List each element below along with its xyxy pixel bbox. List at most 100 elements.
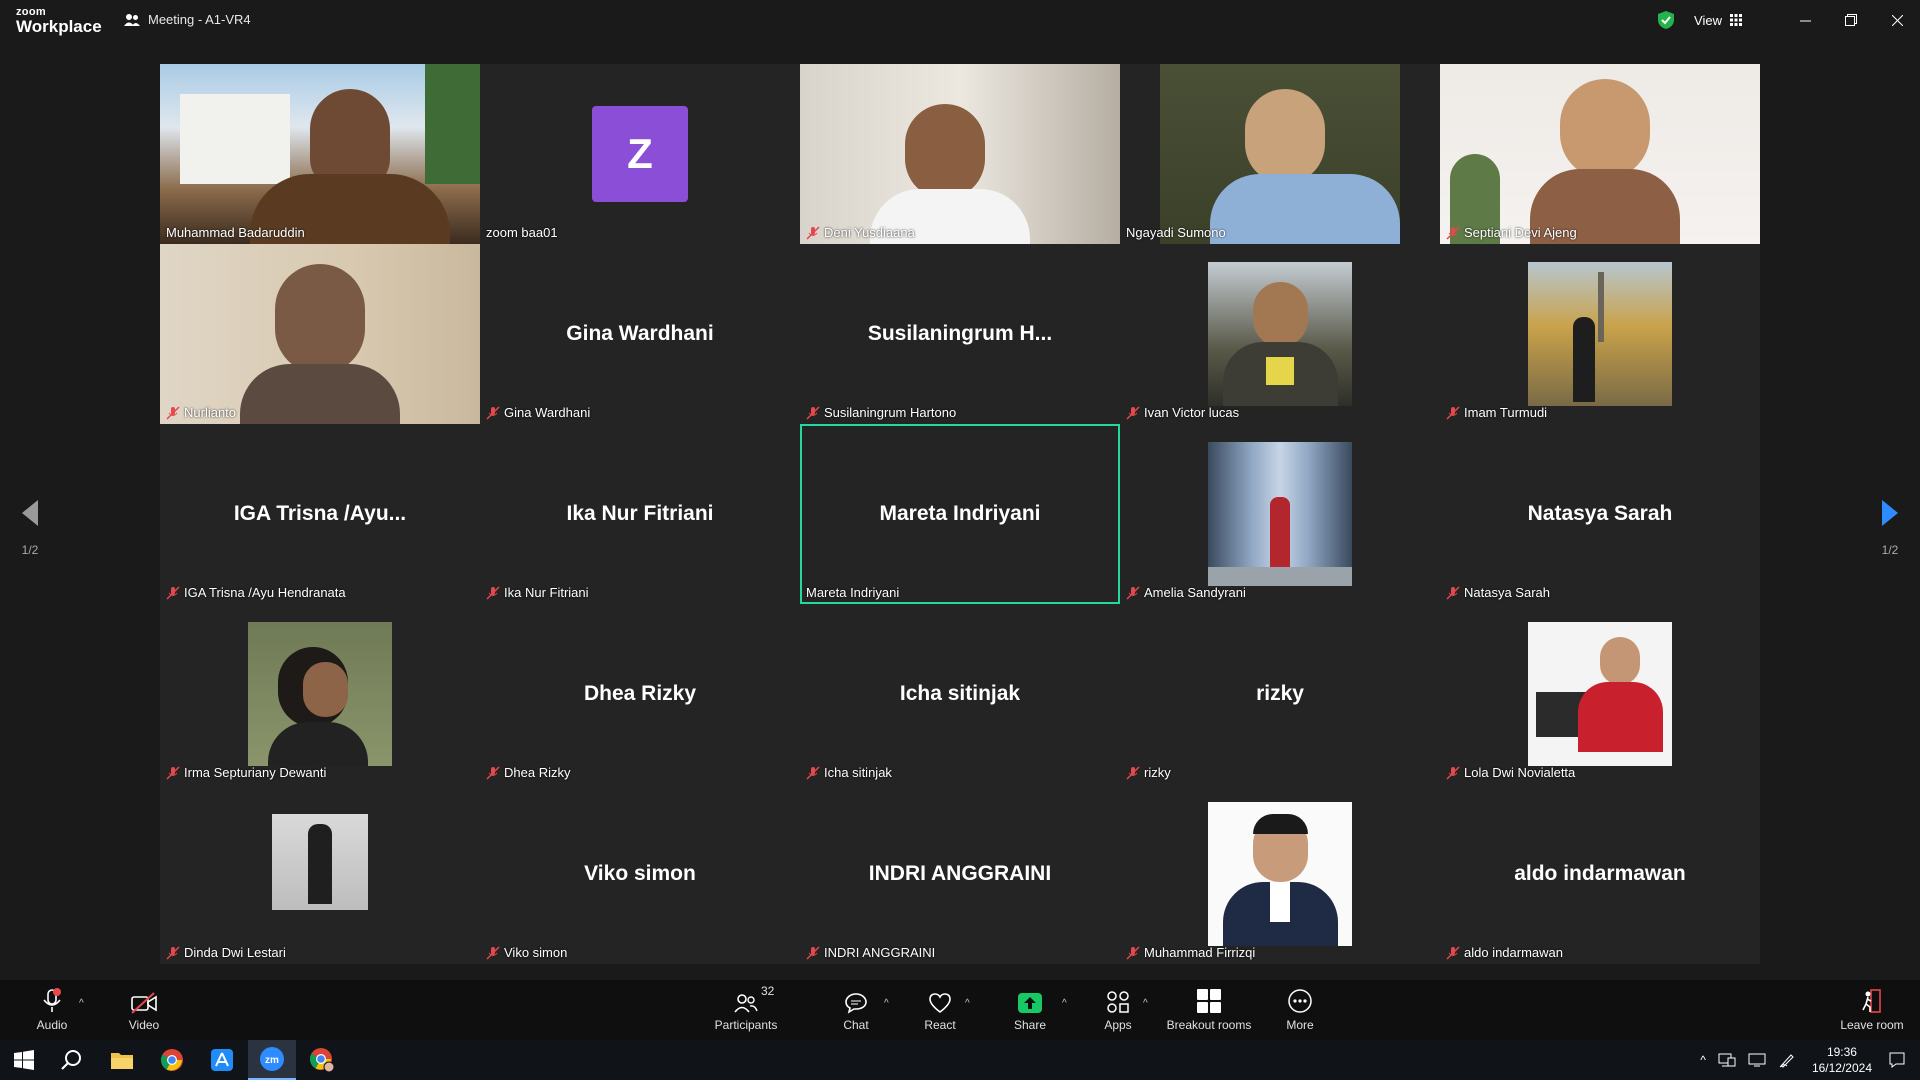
chat-options-caret[interactable]: ^ xyxy=(884,998,889,1009)
person-figure xyxy=(308,824,332,904)
participant-tile[interactable]: Muhammad Badaruddin xyxy=(160,64,480,244)
zoom-taskbar-button[interactable]: zm xyxy=(248,1040,296,1080)
mic-muted-icon xyxy=(486,585,500,600)
participant-name-tag: Muhammad Firrizqi xyxy=(1126,945,1255,960)
participant-tile[interactable]: Dhea Rizky Dhea Rizky xyxy=(480,604,800,784)
mic-muted-icon xyxy=(1126,585,1140,600)
participant-name-tag: Dinda Dwi Lestari xyxy=(166,945,286,960)
apps-button[interactable]: Apps xyxy=(1096,980,1140,1040)
mic-muted-icon xyxy=(806,225,820,240)
video-label: Video xyxy=(128,1018,160,1032)
participant-tile[interactable]: Icha sitinjak Icha sitinjak xyxy=(800,604,1120,784)
participant-name-tag: zoom baa01 xyxy=(486,225,558,240)
more-options-icon xyxy=(1288,989,1312,1013)
view-button[interactable]: View xyxy=(1694,13,1742,28)
close-window-button[interactable] xyxy=(1874,0,1920,40)
breakout-rooms-button[interactable]: Breakout rooms xyxy=(1162,980,1256,1040)
share-button[interactable]: Share xyxy=(1008,980,1052,1040)
participant-name-tag: Dhea Rizky xyxy=(486,765,570,780)
react-label: React xyxy=(924,1018,956,1032)
share-options-caret[interactable]: ^ xyxy=(1062,998,1067,1009)
share-screen-icon xyxy=(1018,993,1042,1013)
show-hidden-icons-chevron-icon[interactable]: ^ xyxy=(1700,1053,1706,1067)
chrome-taskbar-button[interactable] xyxy=(148,1040,196,1080)
participant-tile[interactable]: Ika Nur Fitriani Ika Nur Fitriani xyxy=(480,424,800,604)
mic-muted-icon xyxy=(486,945,500,960)
chat-icon xyxy=(845,993,867,1014)
participant-tile[interactable]: Nurlianto xyxy=(160,244,480,424)
network-icon[interactable] xyxy=(1718,1052,1736,1068)
participant-tile[interactable]: INDRI ANGGRAINI INDRI ANGGRAINI xyxy=(800,784,1120,964)
participant-tile[interactable]: Susilaningrum H... Susilaningrum Hartono xyxy=(800,244,1120,424)
participant-tile[interactable]: Muhammad Firrizqi xyxy=(1120,784,1440,964)
mic-muted-icon xyxy=(806,945,820,960)
participant-tile[interactable]: Natasya Sarah Natasya Sarah xyxy=(1440,424,1760,604)
participant-tile[interactable]: Amelia Sandyrani xyxy=(1120,424,1440,604)
person-body xyxy=(1578,682,1663,752)
system-tray: ^ 19:36 16/12/2024 xyxy=(1694,1040,1920,1080)
participant-tile[interactable]: Ivan Victor lucas xyxy=(1120,244,1440,424)
participant-tile-active-speaker[interactable]: Mareta Indriyani Mareta Indriyani xyxy=(800,424,1120,604)
audio-button[interactable]: Audio xyxy=(30,980,74,1040)
meeting-info[interactable]: Meeting - A1-VR4 xyxy=(124,12,251,27)
participant-tile[interactable]: Imam Turmudi xyxy=(1440,244,1760,424)
chrome-profile-taskbar-button[interactable] xyxy=(298,1040,346,1080)
participant-name: aldo indarmawan xyxy=(1464,945,1564,960)
app-store-taskbar-button[interactable] xyxy=(198,1040,246,1080)
person-head xyxy=(275,264,365,374)
person-shirt xyxy=(1270,882,1290,922)
system-clock[interactable]: 19:36 16/12/2024 xyxy=(1812,1044,1872,1076)
apps-options-caret[interactable]: ^ xyxy=(1143,998,1148,1009)
apps-label: Apps xyxy=(1104,1018,1132,1032)
participants-button[interactable]: 32 Participants xyxy=(708,980,784,1040)
participant-tile[interactable]: aldo indarmawan aldo indarmawan xyxy=(1440,784,1760,964)
more-button[interactable]: More xyxy=(1278,980,1322,1040)
page-indicator-right: 1/2 xyxy=(1881,543,1899,557)
react-button[interactable]: React xyxy=(918,980,962,1040)
minimize-button[interactable] xyxy=(1782,0,1828,40)
taskbar-search-button[interactable] xyxy=(48,1040,96,1080)
shirt-graphic xyxy=(1266,357,1294,385)
participant-tile[interactable]: Viko simon Viko simon xyxy=(480,784,800,964)
participant-tile[interactable]: rizky rizky xyxy=(1120,604,1440,784)
participant-tile[interactable]: Irma Septuriany Dewanti xyxy=(160,604,480,784)
participant-name: zoom baa01 xyxy=(486,225,558,240)
participant-tile[interactable]: Z zoom baa01 xyxy=(480,64,800,244)
react-options-caret[interactable]: ^ xyxy=(965,998,970,1009)
participant-tile[interactable]: IGA Trisna /Ayu... IGA Trisna /Ayu Hendr… xyxy=(160,424,480,604)
floor xyxy=(1208,567,1352,586)
video-button[interactable]: Video xyxy=(122,980,166,1040)
mic-muted-icon xyxy=(486,405,500,420)
apps-icon xyxy=(1107,991,1129,1013)
notification-icon[interactable] xyxy=(1888,1051,1906,1069)
mic-muted-icon xyxy=(1446,945,1460,960)
restore-button[interactable] xyxy=(1828,0,1874,40)
video-feed xyxy=(800,64,1120,244)
participant-name-tag: Susilaningrum Hartono xyxy=(806,405,956,420)
participant-name: IGA Trisna /Ayu Hendranata xyxy=(184,585,346,600)
start-button[interactable] xyxy=(0,1040,48,1080)
participant-name: Muhammad Firrizqi xyxy=(1144,945,1256,960)
next-page-button[interactable]: 1/2 xyxy=(1870,498,1910,557)
previous-page-button[interactable]: 1/2 xyxy=(10,498,50,557)
audio-options-caret[interactable]: ^ xyxy=(79,998,84,1009)
display-icon[interactable] xyxy=(1748,1052,1766,1068)
participant-name-tag: Mareta Indriyani xyxy=(806,585,899,600)
participant-tile[interactable]: Dinda Dwi Lestari xyxy=(160,784,480,964)
encryption-shield-icon[interactable] xyxy=(1658,11,1675,29)
file-explorer-taskbar-button[interactable] xyxy=(98,1040,146,1080)
participant-tile[interactable]: Gina Wardhani Gina Wardhani xyxy=(480,244,800,424)
participant-tile[interactable]: Septiani Devi Ajeng xyxy=(1440,64,1760,244)
leave-room-button[interactable]: Leave room xyxy=(1832,980,1912,1040)
share-label: Share xyxy=(1013,1018,1047,1032)
participant-tile[interactable]: Deni Yusdiaana xyxy=(800,64,1120,244)
participant-tile[interactable]: Ngayadi Sumono xyxy=(1120,64,1440,244)
participant-display-name: Dhea Rizky xyxy=(583,682,697,705)
pen-icon[interactable] xyxy=(1778,1052,1796,1068)
video-feed xyxy=(160,64,480,244)
chat-label: Chat xyxy=(843,1018,869,1032)
chat-button[interactable]: Chat xyxy=(834,980,878,1040)
participant-tile[interactable]: Lola Dwi Novialetta xyxy=(1440,604,1760,784)
participant-name: Ika Nur Fitriani xyxy=(504,585,589,600)
chrome-profile-icon xyxy=(310,1048,335,1073)
